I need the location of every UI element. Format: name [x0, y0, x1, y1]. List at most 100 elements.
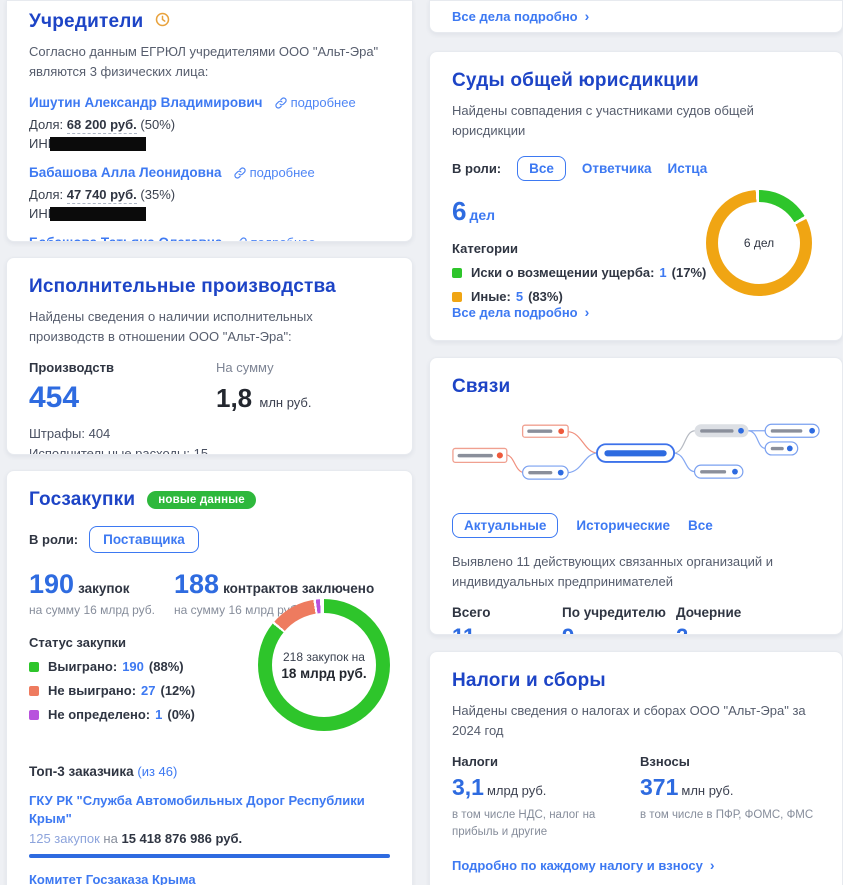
- role-label: В роли:: [29, 532, 78, 547]
- donut-center-label: 6 дел: [744, 236, 774, 250]
- courts-card: Суды общей юрисдикции Найдены совпадения…: [429, 51, 843, 341]
- right-column: Все дела подробно› Суды общей юрисдикции…: [429, 0, 843, 885]
- founder-more-link[interactable]: подробнее: [275, 95, 356, 110]
- top-customers-title: Топ-3 заказчика: [29, 764, 134, 779]
- left-column: Учредители Согласно данным ЕГРЮЛ учредит…: [6, 0, 413, 885]
- legend-swatch-purple: [29, 710, 39, 720]
- connections-graph: [452, 414, 820, 494]
- link-icon: [275, 97, 287, 109]
- legend-swatch-salmon: [29, 686, 39, 696]
- enforcement-description: Найдены сведения о наличии исполнительны…: [29, 307, 390, 346]
- share-percent: (35%): [140, 187, 175, 202]
- customer-name-link[interactable]: Комитет Госзаказа Крыма: [29, 871, 390, 885]
- link-icon: [234, 167, 246, 179]
- fee-value: 371: [640, 774, 678, 800]
- chevron-right-icon: ›: [585, 8, 590, 24]
- procurement-donut-chart: 218 закупок на 18 млрд руб.: [258, 599, 390, 731]
- founder-more-link[interactable]: подробнее: [234, 165, 315, 180]
- customer-amount: 15 418 876 986 руб.: [121, 831, 242, 846]
- role-supplier-button[interactable]: Поставщика: [89, 526, 199, 553]
- role-tab-plaintiff[interactable]: Истца: [667, 161, 707, 176]
- share-label: Доля:: [29, 117, 63, 132]
- founder-more-link[interactable]: подробнее: [235, 235, 316, 242]
- connections-card-title: Связи: [452, 376, 820, 398]
- founder-name-link[interactable]: Ишутин Александр Владимирович: [29, 95, 263, 110]
- tab-historical[interactable]: Исторические: [576, 518, 670, 533]
- clock-icon: [155, 12, 170, 32]
- tab-all[interactable]: Все: [688, 518, 713, 533]
- graph-node-gray: [695, 424, 749, 437]
- enforcement-count: 454: [29, 381, 216, 415]
- founder-name-link[interactable]: Бабашова Алла Леонидовна: [29, 165, 222, 180]
- founder-name-link[interactable]: Бабашова Татьяна Олеговна: [29, 235, 222, 242]
- chevron-right-icon: ›: [710, 857, 715, 873]
- purchases-sum: на сумму 16 млрд руб.: [29, 603, 174, 617]
- stat-total: Всего 11: [452, 605, 562, 635]
- all-cases-link[interactable]: Все дела подробно›: [452, 9, 589, 24]
- graph-node-red-left: [453, 448, 507, 462]
- new-data-badge: новые данные: [147, 491, 256, 509]
- customer-count: 125 закупок: [29, 831, 100, 846]
- courts-donut-chart: 6 дел: [706, 190, 812, 296]
- founders-description: Согласно данным ЕГРЮЛ учредителями ООО "…: [29, 42, 390, 81]
- customer-name-link[interactable]: ГКУ РК "Служба Автомобильных Дорог Респу…: [29, 792, 390, 827]
- legend-swatch-green: [29, 662, 39, 672]
- founder-row: Ишутин Александр Владимирович подробнее …: [29, 94, 390, 151]
- role-label: В роли:: [452, 161, 501, 176]
- share-percent: (50%): [140, 117, 175, 132]
- enforcement-count-label: Производств: [29, 360, 216, 375]
- founder-row: Бабашова Татьяна Олеговна подробнее Доля…: [29, 234, 390, 242]
- top-customers-total-link[interactable]: (из 46): [137, 764, 177, 779]
- procurement-card: Госзакупки новые данные В роли: Поставщи…: [6, 470, 413, 885]
- fee-note: в том числе в ПФР, ФОМС, ФМС: [640, 807, 820, 824]
- share-amount: 47 740 руб.: [67, 187, 137, 204]
- all-court-cases-link[interactable]: Все дела подробно›: [452, 304, 589, 320]
- tax-note: в том числе НДС, налог на прибыль и друг…: [452, 807, 632, 842]
- founder-row: Бабашова Алла Леонидовна подробнее Доля:…: [29, 164, 390, 221]
- role-tab-defendant[interactable]: Ответчика: [582, 161, 652, 176]
- enforcement-sum-label: На сумму: [216, 360, 312, 375]
- cases-count: 6: [452, 196, 466, 226]
- link-icon: [235, 237, 247, 242]
- customer-amount-bar: [29, 854, 390, 858]
- tab-actual[interactable]: Актуальные: [452, 513, 558, 538]
- founders-card-title: Учредители: [29, 11, 143, 33]
- page: Учредители Согласно данным ЕГРЮЛ учредит…: [0, 0, 843, 885]
- stat-by-founder: По учредителю 9: [562, 605, 676, 635]
- graph-node-blue-right-top: [765, 424, 819, 437]
- cases-count-label: дел: [469, 207, 495, 223]
- graph-node-blue-bottom-right: [695, 465, 743, 478]
- founders-card: Учредители Согласно данным ЕГРЮЛ учредит…: [6, 0, 413, 242]
- inn-redaction: [50, 207, 146, 221]
- graph-node-blue-right-small: [765, 442, 798, 455]
- share-label: Доля:: [29, 187, 63, 202]
- chevron-right-icon: ›: [585, 304, 590, 320]
- contracts-label: контрактов заключено: [223, 581, 374, 596]
- contracts-count: 188: [174, 569, 219, 599]
- connections-card: Связи: [429, 357, 843, 635]
- graph-node-central: [597, 444, 674, 462]
- taxes-card-title: Налоги и сборы: [452, 670, 820, 692]
- tax-value: 3,1: [452, 774, 484, 800]
- taxes-description: Найдены сведения о налогах и сборах ООО …: [452, 701, 820, 740]
- connections-description: Выявлено 11 действующих связанных органи…: [452, 552, 782, 591]
- share-amount: 68 200 руб.: [67, 117, 137, 134]
- enforcement-card-title: Исполнительные производства: [29, 276, 390, 298]
- tax-detail-link[interactable]: Подробно по каждому налогу и взносу›: [452, 857, 715, 873]
- customer-row: ГКУ РК "Служба Автомобильных Дорог Респу…: [29, 792, 390, 858]
- courts-card-title: Суды общей юрисдикции: [452, 70, 820, 92]
- taxes-block: Налоги 3,1млрд руб. в том числе НДС, нал…: [452, 754, 640, 842]
- enforcement-line: Штрафы: 404: [29, 424, 390, 444]
- fees-block: Взносы 371млн руб. в том числе в ПФР, ФО…: [640, 754, 820, 842]
- donut-center-line1: 218 закупок на: [283, 650, 365, 664]
- stat-subsidiaries: Дочерние 2: [676, 605, 741, 635]
- legend-swatch-orange: [452, 292, 462, 302]
- purchases-label: закупок: [78, 581, 129, 596]
- legend-swatch-green: [452, 268, 462, 278]
- taxes-card: Налоги и сборы Найдены сведения о налога…: [429, 651, 843, 885]
- enforcement-sum: 1,8 млн руб.: [216, 383, 312, 414]
- procurement-card-title: Госзакупки: [29, 489, 135, 511]
- graph-node-blue-left: [523, 466, 569, 479]
- role-tab-all[interactable]: Все: [517, 156, 566, 181]
- courts-description: Найдены совпадения с участниками судов о…: [452, 101, 820, 140]
